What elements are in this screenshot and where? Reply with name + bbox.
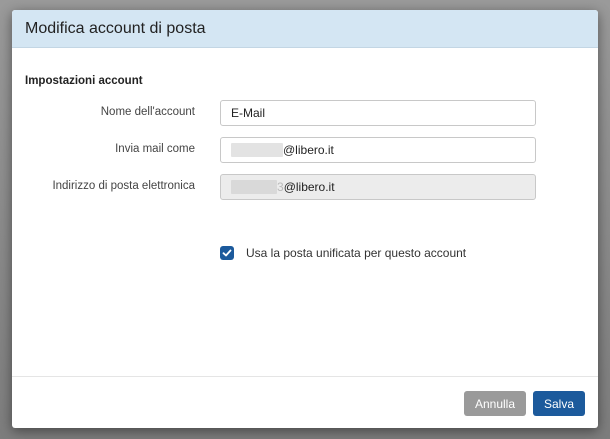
send-as-input[interactable]: @libero.it xyxy=(220,137,536,163)
send-as-suffix: @libero.it xyxy=(283,143,334,157)
send-as-label: Invia mail come xyxy=(115,143,195,155)
account-name-row: Nome dell'account xyxy=(12,100,598,126)
dialog-header: Modifica account di posta xyxy=(12,10,598,48)
unified-mail-option: Usa la posta unificata per questo accoun… xyxy=(220,246,466,260)
email-address-row: Indirizzo di posta elettronica 3 @libero.… xyxy=(12,174,598,200)
redacted-text xyxy=(231,143,283,157)
email-address-field: 3 @libero.it xyxy=(220,174,536,200)
unified-mail-label: Usa la posta unificata per questo accoun… xyxy=(246,246,467,260)
email-address-redacted-tail: 3 xyxy=(277,180,284,194)
send-as-row: Invia mail come @libero.it xyxy=(12,137,598,163)
account-name-input[interactable] xyxy=(220,100,536,126)
redacted-text xyxy=(231,180,277,194)
account-name-label: Nome dell'account xyxy=(100,106,195,118)
cancel-button[interactable]: Annulla xyxy=(463,391,526,416)
email-address-suffix: @libero.it xyxy=(283,180,335,194)
edit-mail-account-dialog: Modifica account di posta Impostazioni a… xyxy=(12,10,598,428)
section-title: Impostazioni account xyxy=(25,75,143,87)
dialog-body: Impostazioni account Nome dell'account I… xyxy=(12,48,598,376)
email-address-label: Indirizzo di posta elettronica xyxy=(52,180,195,192)
dialog-footer: Annulla Salva xyxy=(12,376,598,428)
unified-mail-checkbox[interactable] xyxy=(220,246,234,260)
checkmark-icon xyxy=(222,249,232,257)
dialog-title: Modifica account di posta xyxy=(25,19,206,37)
save-button[interactable]: Salva xyxy=(532,391,585,416)
